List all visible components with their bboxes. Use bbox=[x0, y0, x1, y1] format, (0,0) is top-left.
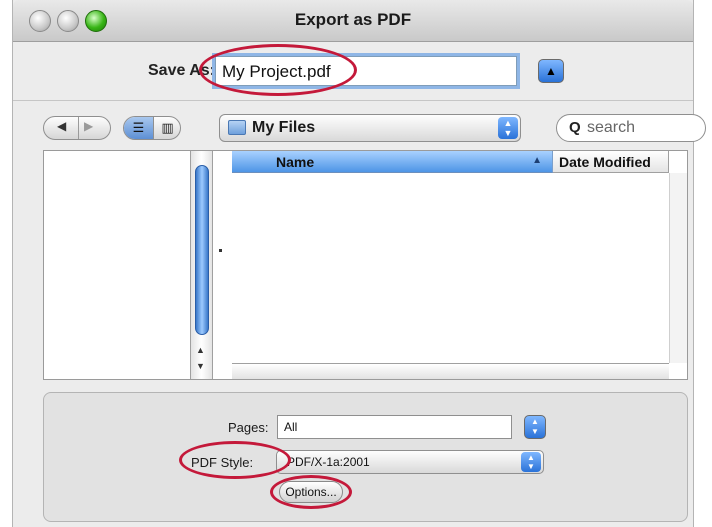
chevron-left-icon[interactable]: ◀ bbox=[57, 119, 66, 133]
sort-ascending-icon: ▲ bbox=[532, 155, 542, 166]
location-popup[interactable]: My Files ▲ ▼ bbox=[219, 114, 521, 142]
file-list-pane[interactable]: Name ▲ Date Modified bbox=[232, 151, 687, 379]
chevron-right-icon[interactable]: ▶ bbox=[84, 119, 93, 133]
sidebar-pane[interactable] bbox=[44, 151, 191, 379]
title-bar: Export as PDF bbox=[13, 0, 693, 42]
scrollbar-thumb[interactable] bbox=[195, 165, 209, 335]
search-icon: Q bbox=[569, 119, 581, 136]
file-browser: ▲ ▼ Name ▲ Date Modified bbox=[43, 150, 688, 380]
column-name-label: Name bbox=[276, 154, 315, 170]
pages-popup-arrows[interactable]: ▲ ▼ bbox=[524, 415, 546, 439]
scroll-up-icon[interactable]: ▲ bbox=[196, 345, 205, 355]
folder-icon bbox=[228, 120, 246, 135]
search-placeholder: search bbox=[587, 119, 636, 136]
file-list-header: Name ▲ Date Modified bbox=[232, 151, 687, 173]
column-header-name[interactable]: Name ▲ bbox=[232, 151, 553, 173]
expand-dialog-button[interactable]: ▲ bbox=[538, 59, 564, 83]
file-list-vertical-scrollbar[interactable] bbox=[669, 173, 687, 363]
window-title: Export as PDF bbox=[294, 10, 412, 29]
pages-label: Pages: bbox=[228, 420, 269, 435]
toolbar-divider bbox=[13, 100, 693, 101]
pdf-style-popup[interactable]: PDF/X-1a:2001 ▲ ▼ bbox=[276, 450, 544, 474]
list-view-icon[interactable]: ☰ bbox=[124, 117, 153, 139]
location-label: My Files bbox=[252, 119, 316, 136]
sidebar-scrollbar[interactable]: ▲ ▼ bbox=[191, 151, 213, 379]
column-view-icon[interactable]: ▥ bbox=[153, 117, 180, 139]
nav-divider bbox=[78, 117, 79, 139]
column-header-date-modified[interactable]: Date Modified bbox=[553, 151, 669, 173]
pages-field[interactable]: All bbox=[277, 415, 512, 439]
search-field[interactable]: Q search bbox=[556, 114, 706, 142]
column-date-label: Date Modified bbox=[559, 154, 651, 170]
export-options-panel: Pages: All ▲ ▼ PDF Style: PDF/X-1a:2001 ▲… bbox=[43, 392, 688, 522]
highlight-ring-save-as bbox=[199, 44, 357, 96]
popup-arrows-icon: ▲ ▼ bbox=[521, 452, 541, 472]
highlight-ring-pdf-style bbox=[179, 441, 291, 479]
triangle-up-icon: ▲ bbox=[545, 64, 557, 78]
navigation-buttons: ◀ ▶ bbox=[43, 116, 111, 140]
popup-arrows-icon: ▲ ▼ bbox=[498, 117, 518, 139]
view-mode-buttons: ☰ ▥ bbox=[123, 116, 181, 140]
pdf-style-value: PDF/X-1a:2001 bbox=[287, 455, 370, 469]
pane-resize-handle[interactable] bbox=[219, 249, 222, 252]
export-dialog-window: Export as PDF Save As: My Project.pdf ▲ … bbox=[12, 0, 706, 527]
scroll-down-icon[interactable]: ▼ bbox=[196, 361, 205, 371]
file-list-horizontal-scrollbar[interactable] bbox=[232, 363, 669, 379]
highlight-ring-options bbox=[270, 475, 352, 509]
